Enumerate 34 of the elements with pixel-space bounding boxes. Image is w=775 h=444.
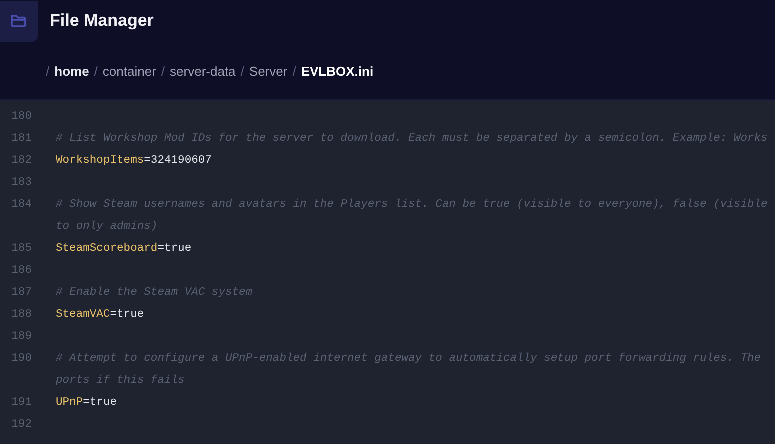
line-number: 184 — [10, 199, 32, 211]
code-line: SteamScoreboard=true — [56, 243, 192, 255]
line-number: 186 — [10, 265, 32, 277]
code-comment: to only admins) — [56, 221, 158, 233]
breadcrumb-separator: / — [46, 64, 50, 79]
breadcrumb-separator: / — [94, 64, 98, 79]
code-line: WorkshopItems=324190607 — [56, 155, 212, 167]
breadcrumb-link[interactable]: server-data — [170, 64, 236, 79]
breadcrumb-link[interactable]: Server — [249, 64, 288, 79]
breadcrumb-separator: / — [292, 64, 296, 79]
breadcrumb-separator: / — [161, 64, 166, 79]
breadcrumb-separator: / — [240, 64, 244, 79]
code-comment: # Show Steam usernames and avatars in the Players list. Can be true (visible to everyone), false (visible — [56, 199, 768, 211]
line-number: 188 — [10, 309, 32, 321]
line-number: 191 — [10, 397, 32, 409]
code-comment: # Enable the Steam VAC system — [56, 287, 253, 299]
code-comment: ports if this fails — [56, 375, 185, 387]
line-number: 183 — [10, 177, 32, 189]
code-line: UPnP=true — [56, 397, 118, 409]
line-number: 185 — [10, 243, 32, 255]
line-number: 192 — [10, 419, 32, 431]
breadcrumb-link[interactable]: container — [102, 64, 156, 79]
code-line: SteamVAC=true — [56, 309, 144, 321]
line-number: 181 — [10, 133, 32, 145]
line-number: 187 — [10, 287, 32, 299]
breadcrumb-link[interactable]: EVLBOX.ini — [301, 64, 374, 79]
line-number: 180 — [10, 111, 32, 123]
line-number: 190 — [10, 353, 32, 365]
line-number: 189 — [10, 331, 32, 343]
line-number: 182 — [10, 155, 32, 167]
breadcrumb-link[interactable]: home — [54, 64, 90, 79]
code-comment: # Attempt to configure a UPnP-enabled internet gateway to automatically setup port forwarding rules. The — [56, 353, 762, 365]
code-comment: # List Workshop Mod IDs for the server to download. Each must be separated by a semicolon. Example: Works — [56, 133, 768, 145]
page-title: File Manager — [50, 11, 154, 31]
